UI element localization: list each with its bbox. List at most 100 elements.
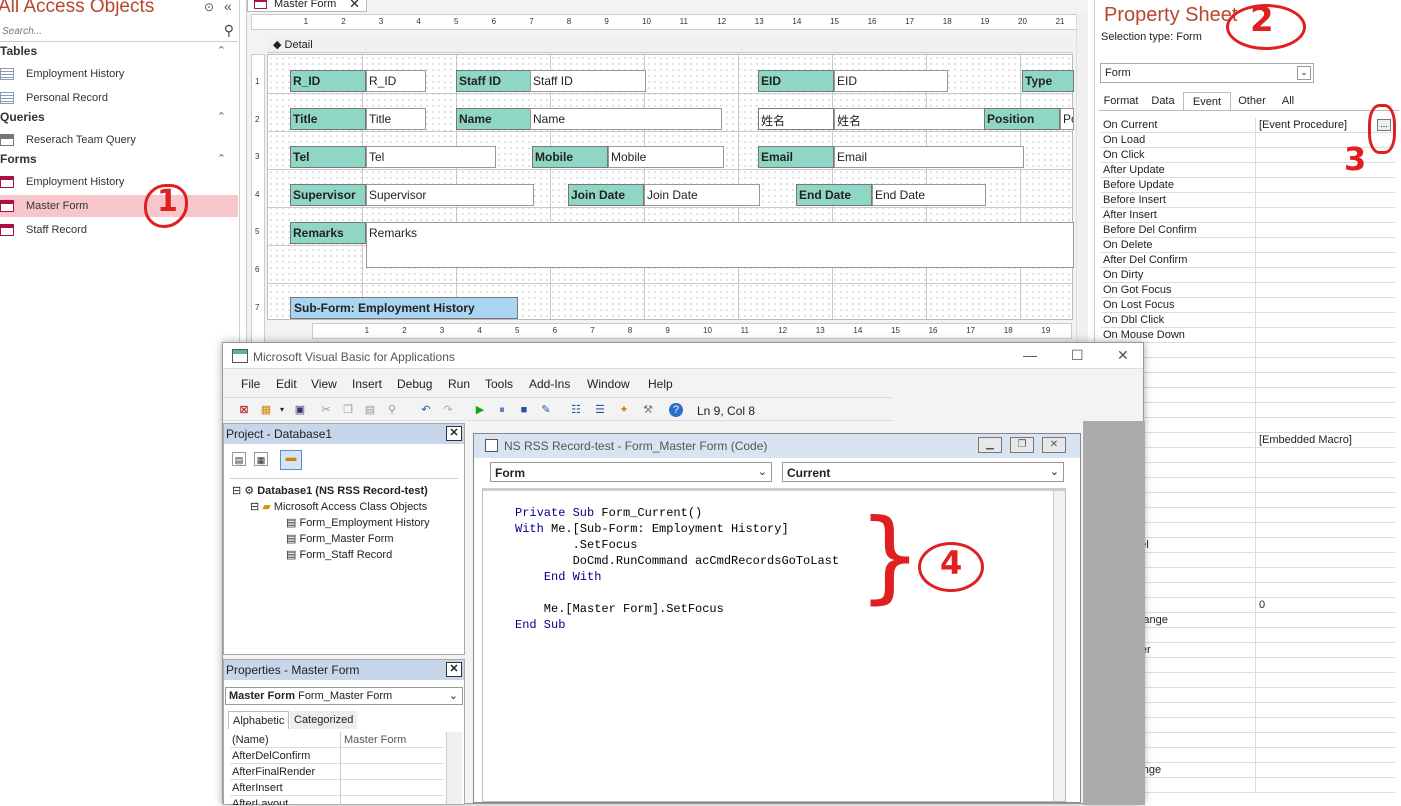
event-property-row[interactable]: On Current [Event Procedure] — [1101, 118, 1395, 133]
menu-file[interactable]: File — [241, 377, 260, 391]
event-property-row[interactable]: On Mouse Down — [1101, 328, 1395, 343]
label-title[interactable]: Title — [290, 108, 366, 130]
code-scrollbar[interactable] — [1053, 491, 1065, 801]
event-property-value[interactable] — [1255, 493, 1395, 508]
event-property-row[interactable]: e — [1101, 448, 1395, 463]
textbox-position[interactable]: Po — [1060, 108, 1074, 130]
textbox-r-id[interactable]: R_ID — [366, 70, 426, 92]
tree-item[interactable]: ▤ Form_Staff Record — [286, 548, 392, 561]
collapse-icon[interactable]: ⊟ — [250, 501, 259, 513]
properties-scrollbar[interactable] — [446, 732, 462, 804]
event-property-row[interactable]: se Wheel — [1101, 538, 1395, 553]
event-property-row[interactable]: r — [1101, 583, 1395, 598]
tree-folder[interactable]: ⊟ ▰ Microsoft Access Class Objects — [250, 500, 427, 513]
label-mobile[interactable]: Mobile — [532, 146, 608, 168]
event-property-value[interactable] — [1255, 223, 1395, 238]
menu-run[interactable]: Run — [448, 377, 470, 391]
close-icon[interactable]: ✕ — [349, 0, 360, 12]
property-row[interactable]: AfterInsert — [230, 780, 444, 796]
menu-debug[interactable]: Debug — [397, 377, 432, 391]
chevron-down-icon[interactable]: ▾ — [275, 403, 289, 417]
tree-item[interactable]: ▤ Form_Employment History — [286, 516, 430, 529]
event-property-value[interactable] — [1255, 778, 1395, 793]
label-staff-id[interactable]: Staff ID — [456, 70, 532, 92]
event-property-value[interactable] — [1255, 508, 1395, 523]
break-icon[interactable]: ⏸ — [495, 403, 509, 417]
redo-icon[interactable]: ↷ — [441, 403, 455, 417]
event-property-value[interactable] — [1255, 343, 1395, 358]
label-join-date[interactable]: Join Date — [568, 184, 644, 206]
project-explorer-icon[interactable]: ☷ — [569, 403, 583, 417]
menu-add-ins[interactable]: Add-Ins — [529, 377, 570, 391]
design-mode-icon[interactable]: ✎ — [539, 403, 553, 417]
nav-item-form-staff-record[interactable]: Staff Record — [0, 219, 238, 241]
event-property-value[interactable] — [1255, 313, 1395, 328]
tab-alphabetic[interactable]: Alphabetic — [228, 711, 290, 729]
event-property-row[interactable]: Before Insert — [1101, 193, 1395, 208]
event-property-value[interactable] — [1255, 673, 1395, 688]
event-property-value[interactable] — [1255, 523, 1395, 538]
close-icon[interactable]: ✕ — [446, 662, 462, 677]
label-r-id[interactable]: R_ID — [290, 70, 366, 92]
event-property-row[interactable]: terval0 — [1101, 598, 1395, 613]
event-property-value[interactable] — [1255, 388, 1395, 403]
reset-icon[interactable]: ■ — [517, 403, 531, 417]
event-property-value[interactable] — [1255, 268, 1395, 283]
event-property-row[interactable]: y Filter — [1101, 568, 1395, 583]
event-property-row[interactable]: nect — [1101, 688, 1395, 703]
event-property-value[interactable] — [1255, 208, 1395, 223]
event-property-row[interactable]: onnect — [1101, 703, 1395, 718]
textbox-end-date[interactable]: End Date — [872, 184, 986, 206]
event-property-value[interactable] — [1255, 358, 1395, 373]
event-property-value[interactable] — [1255, 253, 1395, 268]
event-property-row[interactable]: On Got Focus — [1101, 283, 1395, 298]
event-property-value[interactable] — [1255, 628, 1395, 643]
object-browser-icon[interactable]: ✦ — [617, 403, 631, 417]
save-icon[interactable]: ▣ — [293, 403, 307, 417]
copy-icon[interactable]: ❐ — [341, 403, 355, 417]
property-row[interactable]: AfterLayout — [230, 796, 444, 806]
event-property-row[interactable]: Set Change — [1101, 763, 1395, 778]
event-property-value[interactable] — [1255, 478, 1395, 493]
paste-icon[interactable]: ▤ — [363, 403, 377, 417]
textbox-tel[interactable]: Tel — [366, 146, 496, 168]
event-property-value[interactable] — [1255, 643, 1395, 658]
event-property-row[interactable]: Before Update — [1101, 178, 1395, 193]
chevron-down-icon[interactable]: ⌄ — [758, 465, 767, 478]
label-end-date[interactable]: End Date — [796, 184, 872, 206]
collapse-pane-icon[interactable]: « — [224, 0, 232, 14]
menu-view[interactable]: View — [311, 377, 337, 391]
event-property-row[interactable]: se Move — [1101, 358, 1395, 373]
chevron-down-icon[interactable]: ⌄ — [1050, 465, 1059, 478]
tab-all[interactable]: All — [1273, 92, 1303, 110]
event-property-value[interactable] — [1255, 403, 1395, 418]
designer-scrollbar[interactable] — [1076, 14, 1088, 344]
insert-module-icon[interactable]: ▦ — [259, 403, 273, 417]
tree-root[interactable]: ⊟ ⚙ Database1 (NS RSS Record-test) — [232, 484, 428, 497]
properties-window-icon[interactable]: ☰ — [593, 403, 607, 417]
detail-section-grid[interactable]: R_ID R_ID Staff ID Staff ID EID EID Type… — [267, 54, 1074, 339]
tab-event[interactable]: Event — [1183, 92, 1231, 110]
cut-icon[interactable]: ✂ — [319, 403, 333, 417]
property-row[interactable]: AfterFinalRender — [230, 764, 444, 780]
event-property-row[interactable]: Render — [1101, 628, 1395, 643]
textbox-join-date[interactable]: Join Date — [644, 184, 760, 206]
textbox-staff-id[interactable]: Staff ID — [530, 70, 646, 92]
event-property-value[interactable]: 0 — [1255, 598, 1395, 613]
event-property-row[interactable]: yout — [1101, 673, 1395, 688]
event-property-value[interactable] — [1255, 763, 1395, 778]
nav-item-table-employment-history[interactable]: Employment History — [0, 63, 238, 85]
event-property-value[interactable] — [1255, 283, 1395, 298]
view-code-icon[interactable]: ▤ — [232, 452, 246, 466]
event-property-value[interactable] — [1255, 418, 1395, 433]
event-property-row[interactable]: Execute — [1101, 778, 1395, 793]
event-property-value[interactable] — [1255, 193, 1395, 208]
event-property-row[interactable]: rate — [1101, 478, 1395, 493]
event-property-value[interactable] — [1255, 298, 1395, 313]
textbox-eid[interactable]: EID — [834, 70, 948, 92]
event-property-value[interactable]: [Embedded Macro] — [1255, 433, 1395, 448]
event-property-row[interactable]: Up — [1101, 373, 1395, 388]
event-property-value[interactable] — [1255, 553, 1395, 568]
event-property-value[interactable] — [1255, 613, 1395, 628]
event-property-row[interactable]: al Render — [1101, 643, 1395, 658]
